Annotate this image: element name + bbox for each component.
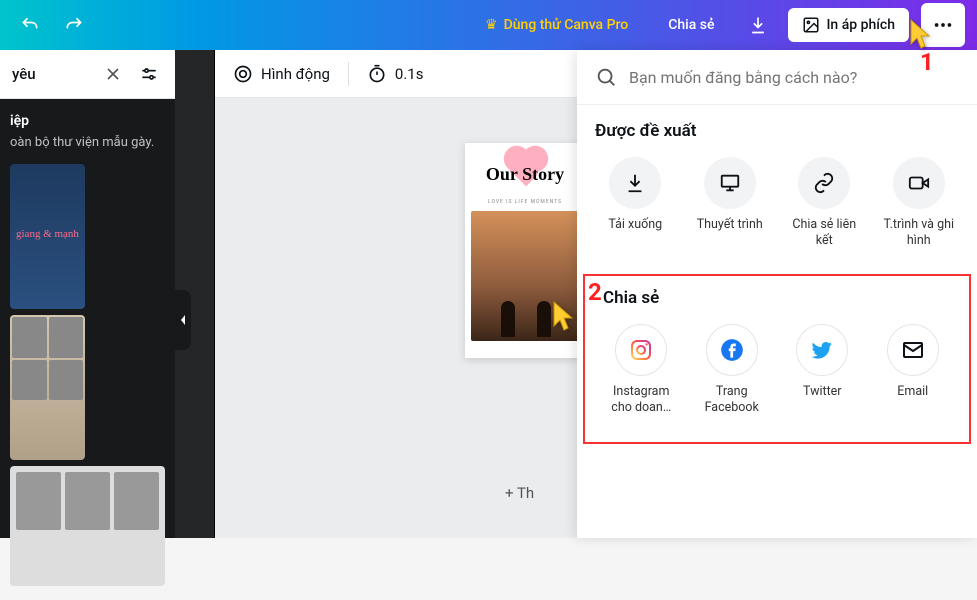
close-icon xyxy=(103,64,123,84)
share-search-row xyxy=(577,50,977,105)
share-twitter-label: Twitter xyxy=(803,384,842,400)
share-facebook-label: Trang Facebook xyxy=(692,384,772,417)
toolbar-divider xyxy=(348,62,349,86)
suggested-row: Tải xuống Thuyết trình Chia sẻ liên kết … xyxy=(577,151,977,268)
share-section: Chia sẻ Instagram cho doan… Trang Facebo… xyxy=(583,274,971,445)
chevron-left-icon xyxy=(179,314,187,326)
instagram-icon xyxy=(629,338,653,362)
suggested-present[interactable]: Thuyết trình xyxy=(686,157,775,250)
try-pro-button[interactable]: ♛ Dùng thử Canva Pro xyxy=(471,9,642,41)
share-instagram[interactable]: Instagram cho doan… xyxy=(599,324,684,417)
template-3[interactable] xyxy=(10,466,165,586)
add-page-button[interactable]: + Th xyxy=(505,484,534,502)
animate-button[interactable]: Hình động xyxy=(233,64,330,84)
sliders-icon xyxy=(139,64,159,84)
duration-label: 0.1s xyxy=(395,65,424,83)
present-icon xyxy=(719,172,741,194)
template-2[interactable] xyxy=(10,315,85,460)
share-email-label: Email xyxy=(897,384,928,400)
poster-image xyxy=(471,211,579,341)
template-1[interactable]: giang & mạnh xyxy=(10,164,85,309)
undo-button[interactable] xyxy=(12,7,48,43)
link-icon xyxy=(813,172,835,194)
facebook-icon xyxy=(719,337,745,363)
share-facebook[interactable]: Trang Facebook xyxy=(690,324,775,417)
header-left xyxy=(12,7,92,43)
redo-icon xyxy=(64,15,84,35)
print-button[interactable]: In áp phích xyxy=(788,8,909,42)
share-email[interactable]: Email xyxy=(871,324,956,417)
duration-button[interactable]: 0.1s xyxy=(367,64,424,84)
suggested-record[interactable]: T.trình và ghi hình xyxy=(875,157,964,250)
redo-button[interactable] xyxy=(56,7,92,43)
print-label: In áp phích xyxy=(826,17,895,33)
download-icon xyxy=(624,172,646,194)
twitter-icon xyxy=(810,338,834,362)
share-header-label: Chia sẻ xyxy=(668,17,714,33)
crown-icon: ♛ xyxy=(485,17,498,33)
silhouette xyxy=(491,297,561,337)
share-instagram-label: Instagram cho doan… xyxy=(601,384,681,417)
poster-title: Our Story xyxy=(486,164,564,185)
share-search-input[interactable] xyxy=(629,68,959,87)
suggested-download-label: Tải xuống xyxy=(608,217,662,233)
close-sidebar-button[interactable] xyxy=(99,60,127,88)
search-icon xyxy=(595,66,617,88)
share-row: Instagram cho doan… Trang Facebook Twitt… xyxy=(585,318,969,435)
template-1-text: giang & mạnh xyxy=(10,222,85,246)
sidebar-header: yêu xyxy=(0,50,175,99)
share-header-button[interactable]: Chia sẻ xyxy=(654,9,728,41)
suggested-link[interactable]: Chia sẻ liên kết xyxy=(780,157,869,250)
share-panel: Được đề xuất Tải xuống Thuyết trình Chia… xyxy=(577,50,977,538)
share-twitter[interactable]: Twitter xyxy=(780,324,865,417)
sidebar-description: oàn bộ thư viện mẫu gày. xyxy=(10,135,165,150)
video-icon xyxy=(908,172,930,194)
collapse-sidebar-button[interactable] xyxy=(175,290,191,350)
email-icon xyxy=(901,338,925,362)
undo-icon xyxy=(20,15,40,35)
sidebar-content: iệp oàn bộ thư viện mẫu gày. giang & mạn… xyxy=(0,99,175,600)
app-header: ♛ Dùng thử Canva Pro Chia sẻ In áp phích xyxy=(0,0,977,50)
download-icon xyxy=(748,15,768,35)
download-header-button[interactable] xyxy=(740,7,776,43)
try-pro-label: Dùng thử Canva Pro xyxy=(504,17,629,33)
suggested-title: Được đề xuất xyxy=(577,105,977,151)
more-icon xyxy=(932,14,954,36)
image-icon xyxy=(802,16,820,34)
suggested-download[interactable]: Tải xuống xyxy=(591,157,680,250)
suggested-record-label: T.trình và ghi hình xyxy=(879,217,959,250)
templates-row: giang & mạnh xyxy=(10,164,165,586)
filter-button[interactable] xyxy=(135,60,163,88)
more-button[interactable] xyxy=(921,3,965,47)
poster-subtitle: LOVE IS LIFE MOMENTS xyxy=(471,199,579,205)
share-title: Chia sẻ xyxy=(585,276,969,318)
sidebar-heading: iệp xyxy=(10,113,165,129)
poster-design[interactable]: Our Story LOVE IS LIFE MOMENTS xyxy=(465,143,585,358)
sidebar: yêu iệp oàn bộ thư viện mẫu gày. giang &… xyxy=(0,50,175,538)
suggested-link-label: Chia sẻ liên kết xyxy=(784,217,864,250)
stopwatch-icon xyxy=(367,64,387,84)
animate-label: Hình động xyxy=(261,65,330,83)
animate-icon xyxy=(233,64,253,84)
suggested-present-label: Thuyết trình xyxy=(697,217,763,233)
sidebar-tab-title: yêu xyxy=(12,65,91,83)
